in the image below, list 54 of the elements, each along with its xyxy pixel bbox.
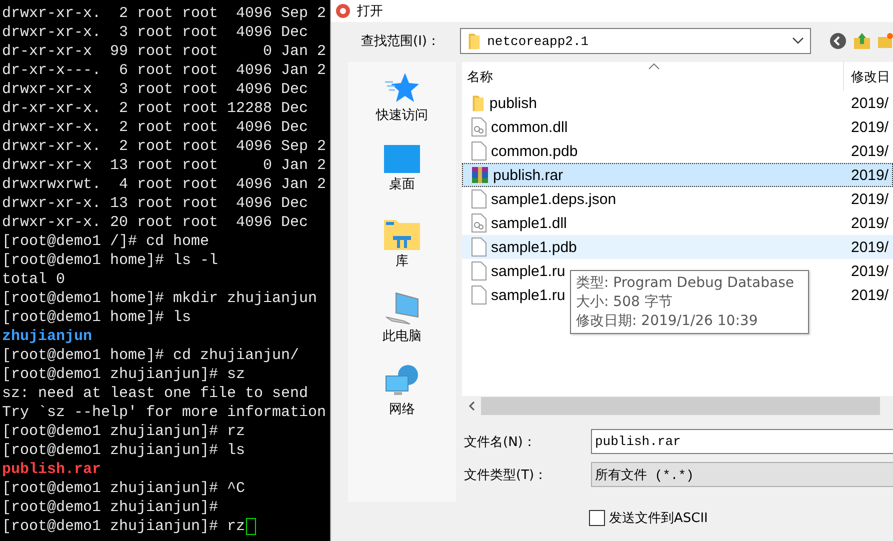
terminal-line: drwxr-xr-x. 2 root root 4096 Sep 2	[2, 137, 326, 156]
terminal-line: drwxr-xr-x 13 root root 0 Jan 2	[2, 156, 326, 175]
file-name: sample1.dll	[491, 214, 567, 232]
terminal-line: drwxrwxrwt. 4 root root 4096 Jan 2	[2, 175, 326, 194]
terminal-line: [root@demo1 zhujianjun]#	[2, 498, 218, 517]
terminal-line: [root@demo1 zhujianjun]# sz	[2, 365, 246, 384]
terminal-line: drwxr-xr-x. 20 root root 4096 Dec	[2, 213, 308, 232]
terminal-line: dr-xr-xr-x 99 root root 0 Jan 2	[2, 42, 326, 61]
file-name: sample1.ru	[491, 262, 566, 280]
file-name: sample1.pdb	[491, 238, 577, 256]
file-name: sample1.deps.json	[491, 190, 616, 208]
window-title: 打开	[357, 3, 383, 20]
file-date: 2019/	[850, 142, 889, 160]
checkbox-label: 发送文件到ASCII	[609, 510, 708, 527]
terminal-line: [root@demo1 zhujianjun]# ls	[2, 441, 246, 460]
file-name: publish.rar	[493, 166, 564, 184]
terminal-line: [root@demo1 zhujianjun]# rz	[2, 517, 246, 536]
tooltip-line: 修改日期: 2019/1/26 10:39	[576, 312, 759, 330]
file-date: 2019/	[850, 166, 889, 184]
terminal-line: sz: need at least one file to send	[2, 384, 308, 403]
terminal-line: drwxr-xr-x. 3 root root 4096 Dec	[2, 23, 308, 42]
terminal-line: publish.rar	[2, 460, 102, 479]
terminal-line: [root@demo1 home]# ls -l	[2, 251, 218, 270]
file-date: 2019/	[850, 262, 889, 280]
file-date: 2019/	[850, 214, 889, 232]
file-date: 2019/	[850, 94, 889, 112]
file-name: common.pdb	[491, 142, 578, 160]
file-name: publish	[489, 94, 537, 112]
terminal-line: total 0	[2, 270, 66, 289]
terminal-line: dr-xr-x---. 6 root root 4096 Jan 2	[2, 61, 326, 80]
file-type-label: 文件类型(T)：	[463, 466, 548, 484]
file-date: 2019/	[850, 238, 889, 256]
terminal-line: [root@demo1 home]# ls	[2, 308, 192, 327]
terminal-line: [root@demo1 zhujianjun]# rz	[2, 422, 246, 441]
terminal-line: [root@demo1 home]# cd zhujianjun/	[2, 346, 300, 365]
terminal-line: Try `sz --help' for more information	[2, 403, 326, 422]
file-date: 2019/	[850, 286, 889, 304]
file-date: 2019/	[850, 190, 889, 208]
file-name-label: 文件名(N)：	[463, 434, 537, 450]
terminal-line: drwxr-xr-x. 2 root root 4096 Dec	[2, 118, 308, 137]
file-name: common.dll	[491, 118, 568, 136]
terminal-line: drwxr-xr-x. 2 root root 4096 Sep 2	[2, 4, 326, 23]
terminal-line: dr-xr-xr-x. 2 root root 12288 Dec	[2, 99, 308, 118]
look-in-label: 查找范围(I)：	[360, 33, 441, 50]
tooltip-line: 大小: 508 字节	[576, 293, 674, 311]
terminal-line: [root@demo1 zhujianjun]# ^C	[2, 479, 246, 498]
file-name: sample1.ru	[491, 286, 566, 304]
terminal-line: zhujianjun	[2, 327, 92, 346]
terminal-line: [root@demo1 /]# cd home	[2, 232, 210, 251]
file-date: 2019/	[850, 118, 889, 136]
terminal-line: drwxr-xr-x. 13 root root 4096 Dec	[2, 194, 308, 213]
terminal-line: [root@demo1 home]# mkdir zhujianjun	[2, 289, 318, 308]
tooltip-line: 类型: Program Debug Database	[576, 274, 795, 292]
terminal-line: drwxr-xr-x 3 root root 4096 Dec	[2, 80, 308, 99]
